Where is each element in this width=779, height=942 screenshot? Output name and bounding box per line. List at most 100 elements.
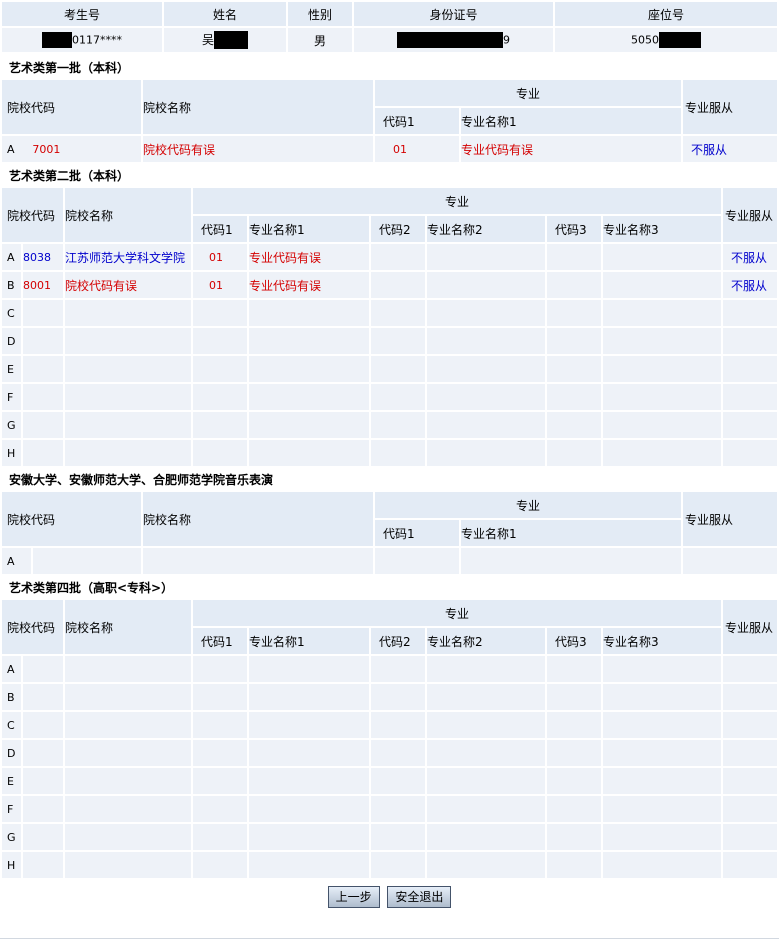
obey-value: 不服从	[683, 136, 777, 162]
school-name-value	[65, 656, 191, 682]
major-header: 专业	[375, 492, 681, 518]
major-code3-value	[547, 768, 601, 794]
major-code2-value	[371, 412, 425, 438]
school-name-header: 院校名称	[143, 492, 373, 546]
major-name-value	[249, 412, 369, 438]
major-name-value	[249, 384, 369, 410]
table-row: D	[2, 740, 777, 766]
major-code-value	[193, 712, 247, 738]
obey-header: 专业服从	[683, 492, 777, 546]
table-row: A 8038 江苏师范大学科文学院 01 专业代码有误 不服从	[2, 244, 777, 270]
batch2-rows: A 8038 江苏师范大学科文学院 01 专业代码有误 不服从 B 8001 院校代码有误 01 专…	[2, 244, 777, 466]
school-name-value: 院校代码有误	[143, 136, 373, 162]
col-name: 姓名	[164, 2, 286, 26]
major-header: 专业	[375, 80, 681, 106]
row-letter: H	[2, 852, 21, 878]
school-name-value	[65, 412, 191, 438]
obey-value	[723, 712, 777, 738]
table-row: G	[2, 412, 777, 438]
school-code-header: 院校代码	[2, 188, 63, 242]
major-code2-value	[371, 768, 425, 794]
major-code2-value	[371, 356, 425, 382]
major-code3-value	[547, 684, 601, 710]
obey-header: 专业服从	[723, 188, 777, 242]
major-code-value	[193, 684, 247, 710]
safe-logout-button[interactable]: 安全退出	[387, 886, 452, 908]
code1-header: 代码1	[193, 628, 247, 654]
section-title-batch4: 艺术类第四批（高职<专科>）	[9, 581, 174, 595]
obey-value	[723, 768, 777, 794]
code1-header: 代码1	[193, 216, 247, 242]
table-row: C	[2, 712, 777, 738]
student-info-table: 考生号 姓名 性别 身份证号 座位号 0117**** 吴 男 9 5050	[0, 0, 779, 54]
obey-header: 专业服从	[723, 600, 777, 654]
major-name2-value	[427, 796, 545, 822]
obey-header: 专业服从	[683, 80, 777, 134]
major-name-value: 专业代码有误	[249, 244, 369, 270]
major-name-value	[249, 440, 369, 466]
major-name3-value	[603, 824, 721, 850]
code1-header: 代码1	[375, 108, 459, 134]
major-name-value	[249, 796, 369, 822]
school-name-header: 院校名称	[65, 600, 191, 654]
major-code3-value	[547, 244, 601, 270]
school-name-value	[65, 356, 191, 382]
name3-header: 专业名称3	[603, 216, 721, 242]
major-code3-value	[547, 712, 601, 738]
row-letter: G	[2, 412, 21, 438]
major-code2-value	[371, 712, 425, 738]
major-name3-value	[603, 272, 721, 298]
school-code-value	[23, 712, 63, 738]
school-code-header: 院校代码	[2, 600, 63, 654]
major-name3-value	[603, 412, 721, 438]
table-row: B	[2, 684, 777, 710]
major-name-value	[249, 356, 369, 382]
table-row: A 7001	[2, 136, 141, 162]
school-name-value	[65, 824, 191, 850]
major-header: 专业	[193, 600, 721, 626]
row-letter: G	[2, 824, 21, 850]
batch4-table: 院校代码 院校名称 专业 专业服从 代码1 专业名称1 代码2 专业名称2 代码…	[0, 598, 779, 880]
name1-header: 专业名称1	[249, 216, 369, 242]
major-code-value	[193, 300, 247, 326]
school-code-value	[23, 796, 63, 822]
obey-value	[723, 300, 777, 326]
row-letter: H	[2, 440, 21, 466]
school-code-value	[23, 300, 63, 326]
major-code2-value	[371, 440, 425, 466]
school-name-value	[65, 684, 191, 710]
school-name-value	[65, 740, 191, 766]
major-name-value: 专业代码有误	[461, 136, 681, 162]
major-name2-value	[427, 440, 545, 466]
school-code-value	[33, 548, 141, 574]
school-code-value	[23, 384, 63, 410]
major-code3-value	[547, 852, 601, 878]
obey-value	[723, 440, 777, 466]
batch4-rows: ABCDEFGH	[2, 656, 777, 878]
major-name-value	[249, 824, 369, 850]
major-name2-value	[427, 384, 545, 410]
redaction	[42, 32, 72, 48]
prev-step-button[interactable]: 上一步	[327, 886, 380, 908]
name1-header: 专业名称1	[461, 520, 681, 546]
major-name2-value	[427, 328, 545, 354]
major-code-value: 01	[193, 272, 247, 298]
major-code2-value	[371, 328, 425, 354]
school-name-value: 江苏师范大学科文学院	[65, 244, 191, 270]
school-code-value: 8038	[23, 244, 63, 270]
major-code-value	[375, 548, 459, 574]
major-name2-value	[427, 684, 545, 710]
major-code-value	[193, 412, 247, 438]
row-letter: C	[2, 300, 21, 326]
row-letter: F	[2, 384, 21, 410]
major-code3-value	[547, 740, 601, 766]
table-row: D	[2, 328, 777, 354]
school-name-header: 院校名称	[143, 80, 373, 134]
row-letter: A	[2, 244, 21, 270]
major-name-value	[249, 852, 369, 878]
code2-header: 代码2	[371, 216, 425, 242]
major-name3-value	[603, 768, 721, 794]
music-table: 院校代码 院校名称 专业 专业服从 代码1 专业名称1 A	[0, 490, 779, 576]
major-name3-value	[603, 440, 721, 466]
row-letter: A	[2, 656, 21, 682]
